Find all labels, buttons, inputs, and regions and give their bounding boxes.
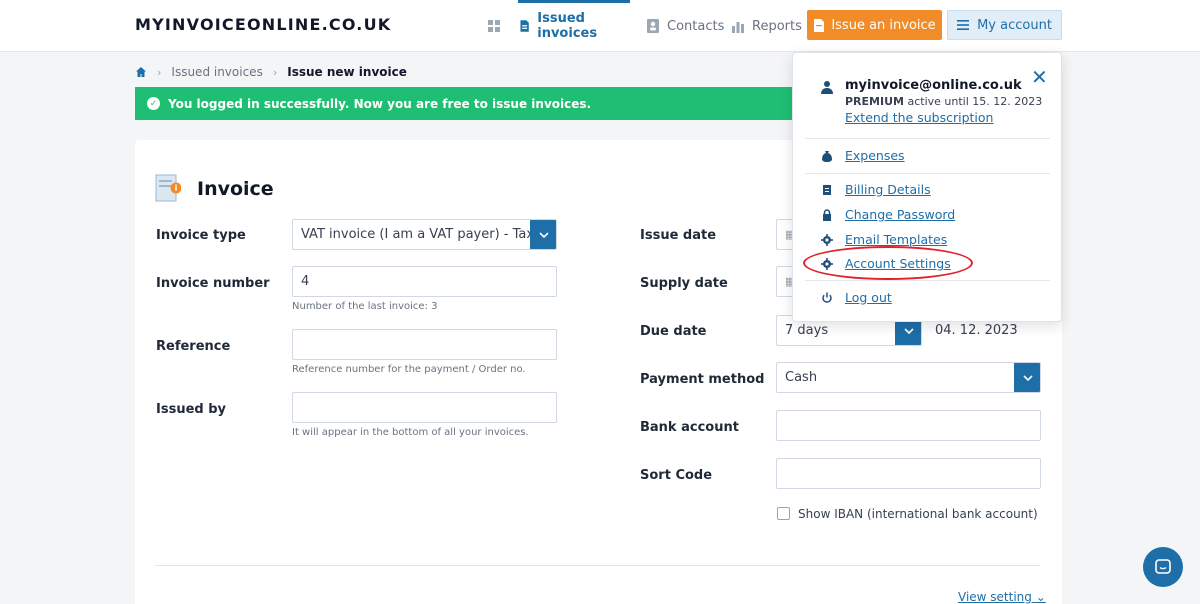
contacts-icon: [647, 19, 659, 33]
nav-issued-invoices[interactable]: Issued invoices: [518, 0, 630, 52]
hamburger-icon: [957, 20, 970, 30]
menu-change-password[interactable]: Change Password: [845, 207, 955, 222]
top-header: MYINVOICEONLINE.CO.UK Issued invoices Co…: [0, 0, 1200, 52]
new-document-icon: [814, 18, 825, 32]
check-icon: ✓: [147, 97, 160, 110]
chat-icon: [1155, 559, 1171, 574]
invoice-number-hint: Number of the last invoice: 3: [292, 301, 438, 312]
breadcrumb: › Issued invoices › Issue new invoice: [135, 64, 407, 80]
invoice-type-label: Invoice type: [156, 228, 246, 243]
breadcrumb-issued[interactable]: Issued invoices: [171, 65, 262, 79]
alert-text: You logged in successfully. Now you are …: [168, 96, 592, 111]
close-icon[interactable]: ✕: [1031, 67, 1048, 87]
reports-icon: [732, 22, 744, 33]
payment-method-select[interactable]: Cash: [776, 362, 1041, 393]
account-dropdown: myinvoice@online.co.uk PREMIUM active un…: [792, 52, 1062, 322]
home-icon[interactable]: [135, 66, 147, 78]
extend-subscription-link[interactable]: Extend the subscription: [845, 110, 993, 125]
reference-label: Reference: [156, 339, 231, 354]
issue-invoice-button[interactable]: Issue an invoice: [807, 10, 942, 40]
nav-contacts[interactable]: Contacts: [645, 0, 724, 52]
due-date-value: 7 days: [785, 323, 829, 338]
dashboard-nav-item[interactable]: [486, 0, 502, 52]
bank-account-field[interactable]: [776, 410, 1041, 441]
nav-issued-label: Issued invoices: [537, 11, 598, 41]
chat-widget-button[interactable]: [1143, 547, 1183, 587]
issued-by-field[interactable]: [292, 392, 557, 423]
account-email: myinvoice@online.co.uk: [845, 78, 1022, 93]
due-date-computed: 04. 12. 2023: [935, 323, 1018, 338]
chevron-right-icon: ›: [157, 65, 162, 79]
chevron-down-icon: ⌄: [1035, 590, 1046, 604]
site-logo[interactable]: MYINVOICEONLINE.CO.UK: [135, 15, 391, 34]
my-account-button[interactable]: My account: [947, 10, 1062, 40]
invoice-icon: [155, 174, 181, 202]
nav-contacts-label: Contacts: [667, 18, 725, 34]
chevron-right-icon: ›: [272, 65, 278, 79]
menu-divider: [805, 280, 1050, 281]
invoice-number-label: Invoice number: [156, 276, 270, 291]
invoice-number-value: 4: [301, 274, 310, 289]
nav-reports-label: Reports: [752, 18, 802, 34]
menu-divider: [805, 138, 1050, 139]
view-setting-label: View setting: [958, 590, 1032, 604]
highlight-annotation: [803, 246, 973, 280]
sort-code-label: Sort Code: [640, 468, 713, 483]
section-divider: [155, 565, 1040, 566]
reference-field[interactable]: [292, 329, 557, 360]
grid-icon: [488, 20, 500, 32]
chevron-down-icon[interactable]: [530, 220, 556, 249]
chevron-down-icon[interactable]: [1014, 363, 1040, 392]
plan-status: active until 15. 12. 2023: [907, 95, 1043, 108]
my-account-label: My account: [977, 17, 1052, 33]
sort-code-field[interactable]: [776, 458, 1041, 489]
invoice-type-select[interactable]: VAT invoice (I am a VAT payer) - Tax d: [292, 219, 557, 250]
invoice-title: Invoice: [197, 178, 274, 200]
money-bag-icon: [822, 151, 832, 162]
invoice-number-field[interactable]: 4: [292, 266, 557, 297]
gear-icon: [821, 234, 833, 246]
invoice-type-value: VAT invoice (I am a VAT payer) - Tax d: [301, 227, 547, 242]
issue-date-label: Issue date: [640, 228, 717, 243]
menu-log-out[interactable]: Log out: [845, 290, 892, 305]
issued-by-label: Issued by: [156, 402, 226, 417]
document-icon: [520, 20, 529, 32]
success-alert: ✓ You logged in successfully. Now you ar…: [135, 87, 835, 120]
payment-method-value: Cash: [785, 370, 818, 385]
supply-date-label: Supply date: [640, 276, 728, 291]
nav-reports[interactable]: Reports: [730, 0, 802, 52]
due-date-label: Due date: [640, 324, 707, 339]
power-icon: [822, 292, 832, 303]
reference-hint: Reference number for the payment / Order…: [292, 364, 526, 375]
menu-divider: [805, 173, 1050, 174]
issued-by-hint: It will appear in the bottom of all your…: [292, 427, 529, 438]
show-iban-checkbox[interactable]: [777, 507, 790, 520]
billing-icon: [823, 185, 831, 195]
issue-invoice-label: Issue an invoice: [831, 17, 936, 33]
menu-email-templates[interactable]: Email Templates: [845, 232, 947, 247]
plan-name: PREMIUM: [845, 95, 904, 108]
bank-account-label: Bank account: [640, 420, 739, 435]
view-setting-link[interactable]: View setting ⌄: [958, 590, 1046, 604]
menu-expenses[interactable]: Expenses: [845, 148, 905, 163]
lock-icon: [823, 209, 831, 221]
menu-billing-details[interactable]: Billing Details: [845, 182, 931, 197]
breadcrumb-current: Issue new invoice: [287, 65, 407, 79]
show-iban-label[interactable]: Show IBAN (international bank account): [798, 507, 1038, 521]
user-icon: [821, 81, 833, 94]
plan-info: PREMIUM active until 15. 12. 2023: [845, 95, 1042, 108]
payment-method-label: Payment method: [640, 372, 765, 387]
